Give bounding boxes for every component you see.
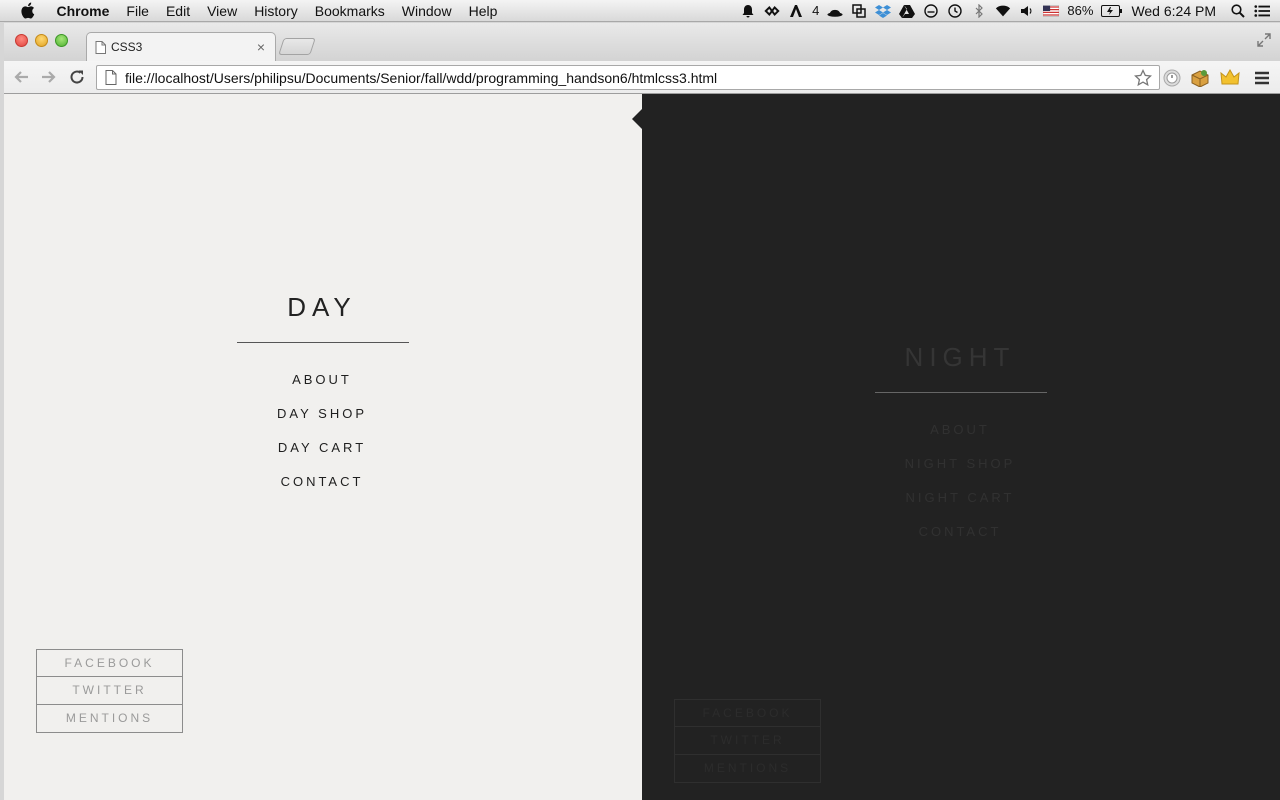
tab-title: CSS3 (111, 40, 143, 54)
menu-bookmarks[interactable]: Bookmarks (306, 0, 393, 22)
bluetooth-icon[interactable] (971, 3, 987, 19)
new-tab-button[interactable] (278, 38, 316, 55)
night-twitter-button[interactable]: TWITTER (674, 727, 821, 755)
us-flag-icon[interactable] (1043, 3, 1060, 19)
menu-help[interactable]: Help (460, 0, 506, 22)
day-divider (237, 342, 409, 343)
adobe-count: 4 (812, 3, 820, 18)
day-nav-about[interactable]: ABOUT (172, 363, 472, 397)
url-text[interactable]: file://localhost/Users/philipsu/Document… (125, 70, 1133, 86)
night-nav-contact[interactable]: CONTACT (810, 515, 1110, 549)
chrome-titlebar[interactable]: CSS3 × (4, 23, 1280, 61)
time-machine-icon[interactable] (947, 3, 963, 19)
page-viewport: DAY ABOUT DAY SHOP DAY CART CONTACT FACE… (4, 94, 1280, 800)
night-panel: NIGHT ABOUT NIGHT SHOP NIGHT CART CONTAC… (642, 94, 1280, 800)
wifi-icon[interactable] (995, 3, 1011, 19)
browser-tab-active[interactable]: CSS3 × (86, 32, 276, 61)
extension-box-icon[interactable] (1188, 66, 1212, 90)
day-nav-cart[interactable]: DAY CART (172, 431, 472, 465)
tab-close-icon[interactable]: × (255, 40, 267, 54)
volume-icon[interactable] (1019, 3, 1035, 19)
day-title: DAY (287, 292, 357, 322)
night-social-links: FACEBOOK TWITTER MENTIONS (674, 699, 821, 783)
panel-divider-arrow (632, 109, 642, 129)
window-close-button[interactable] (15, 34, 28, 47)
menubar-clock[interactable]: Wed 6:24 PM (1131, 3, 1216, 19)
sync-circle-icon[interactable] (923, 3, 939, 19)
bookmark-star-icon[interactable] (1133, 68, 1153, 88)
bowler-hat-icon[interactable] (827, 3, 843, 19)
night-nav: ABOUT NIGHT SHOP NIGHT CART CONTACT (810, 413, 1110, 549)
spotlight-search-icon[interactable] (1230, 3, 1246, 19)
menu-file[interactable]: File (118, 0, 158, 22)
google-drive-icon[interactable] (899, 3, 916, 19)
apple-logo-icon[interactable] (18, 2, 36, 20)
day-twitter-button[interactable]: TWITTER (36, 677, 183, 705)
day-nav: ABOUT DAY SHOP DAY CART CONTACT (172, 363, 472, 499)
chrome-window: CSS3 × file://localhost/Users/philipsu/D… (4, 23, 1280, 800)
macos-menu-bar: Chrome File Edit View History Bookmarks … (0, 0, 1280, 22)
address-bar[interactable]: file://localhost/Users/philipsu/Document… (96, 65, 1160, 90)
infinity-icon[interactable] (764, 3, 780, 19)
dropbox-icon[interactable] (875, 3, 892, 19)
status-tray: 4 86% Wed 6:24 PM (736, 0, 1280, 22)
day-social-links: FACEBOOK TWITTER MENTIONS (36, 649, 183, 733)
day-nav-contact[interactable]: CONTACT (172, 465, 472, 499)
forward-arrow-icon[interactable] (36, 64, 62, 90)
night-mentions-button[interactable]: MENTIONS (674, 755, 821, 783)
reload-icon[interactable] (64, 64, 90, 90)
menu-history[interactable]: History (246, 0, 307, 22)
adobe-icon[interactable] (788, 3, 804, 19)
chrome-toolbar: file://localhost/Users/philipsu/Document… (4, 61, 1280, 94)
menu-window[interactable]: Window (393, 0, 460, 22)
notification-center-icon[interactable] (1254, 3, 1270, 19)
chrome-menu-icon[interactable] (1250, 66, 1274, 90)
document-icon (95, 40, 106, 54)
day-panel: DAY ABOUT DAY SHOP DAY CART CONTACT FACE… (4, 94, 642, 800)
window-zoom-button[interactable] (55, 34, 68, 47)
notification-bell-icon[interactable] (740, 3, 756, 19)
night-title: NIGHT (904, 342, 1016, 372)
battery-percent[interactable]: 86% (1067, 3, 1093, 18)
fullscreen-icon[interactable] (1256, 32, 1272, 48)
menu-edit[interactable]: Edit (157, 0, 198, 22)
day-facebook-button[interactable]: FACEBOOK (36, 649, 183, 677)
menu-app-chrome[interactable]: Chrome (48, 0, 118, 22)
extension-crown-icon[interactable] (1218, 66, 1242, 90)
night-nav-about[interactable]: ABOUT (810, 413, 1110, 447)
page-icon (105, 69, 119, 86)
extension-clock-icon[interactable] (1160, 66, 1184, 90)
window-overlap-icon[interactable] (851, 3, 867, 19)
night-facebook-button[interactable]: FACEBOOK (674, 699, 821, 727)
day-nav-shop[interactable]: DAY SHOP (172, 397, 472, 431)
night-nav-cart[interactable]: NIGHT CART (810, 481, 1110, 515)
night-nav-shop[interactable]: NIGHT SHOP (810, 447, 1110, 481)
night-divider (875, 392, 1047, 393)
back-arrow-icon[interactable] (8, 64, 34, 90)
window-minimize-button[interactable] (35, 34, 48, 47)
day-mentions-button[interactable]: MENTIONS (36, 705, 183, 733)
battery-icon[interactable] (1101, 3, 1123, 19)
menu-view[interactable]: View (199, 0, 246, 22)
